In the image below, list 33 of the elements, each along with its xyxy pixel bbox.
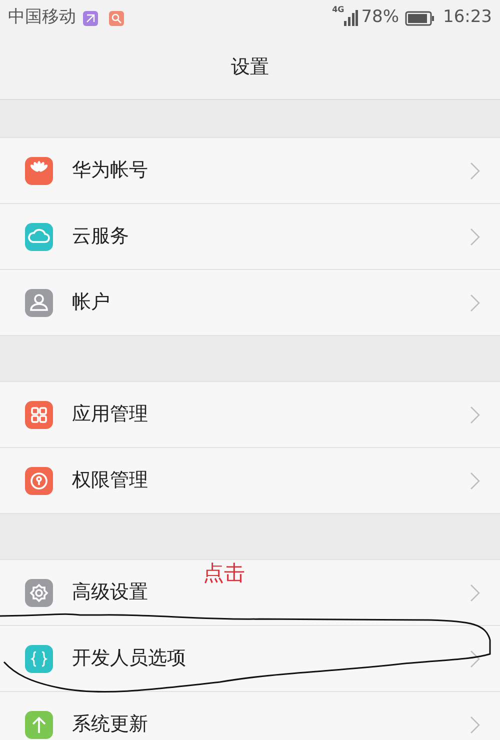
- carrier-name: 中国移动: [8, 6, 76, 30]
- gallery-notification-icon: [83, 10, 98, 26]
- app-notification-icon: [109, 10, 124, 26]
- settings-row[interactable]: 帐户: [0, 270, 500, 336]
- chevron-right-icon: [470, 650, 480, 668]
- settings-row[interactable]: 应用管理: [0, 382, 500, 448]
- chevron-right-icon: [470, 472, 480, 490]
- chevron-right-icon: [470, 228, 480, 246]
- battery-percent: 78%: [361, 6, 399, 30]
- row-label: 系统更新: [72, 712, 149, 738]
- chevron-right-icon: [470, 406, 480, 424]
- row-label: 帐户: [72, 290, 111, 316]
- network-type: 4G: [332, 4, 344, 16]
- chevron-right-icon: [470, 716, 480, 734]
- page-title: 设置: [231, 55, 269, 80]
- row-label: 云服务: [72, 224, 130, 250]
- clock: 16:23: [443, 6, 492, 30]
- row-label: 应用管理: [72, 402, 149, 428]
- settings-row[interactable]: 云服务: [0, 204, 500, 270]
- settings-row[interactable]: 系统更新: [0, 692, 500, 740]
- settings-row[interactable]: 华为帐号: [0, 138, 500, 204]
- row-label: 开发人员选项: [72, 646, 187, 672]
- signal-icon: [344, 10, 358, 26]
- chevron-right-icon: [470, 294, 480, 312]
- chevron-right-icon: [470, 584, 480, 602]
- annotation-text: 点击: [203, 560, 245, 587]
- chevron-right-icon: [470, 162, 480, 180]
- row-label: 高级设置: [72, 580, 149, 606]
- row-label: 华为帐号: [72, 158, 149, 184]
- settings-row[interactable]: 权限管理: [0, 448, 500, 514]
- settings-row[interactable]: 开发人员选项: [0, 626, 500, 692]
- battery-icon: [405, 10, 435, 26]
- row-label: 权限管理: [72, 468, 149, 494]
